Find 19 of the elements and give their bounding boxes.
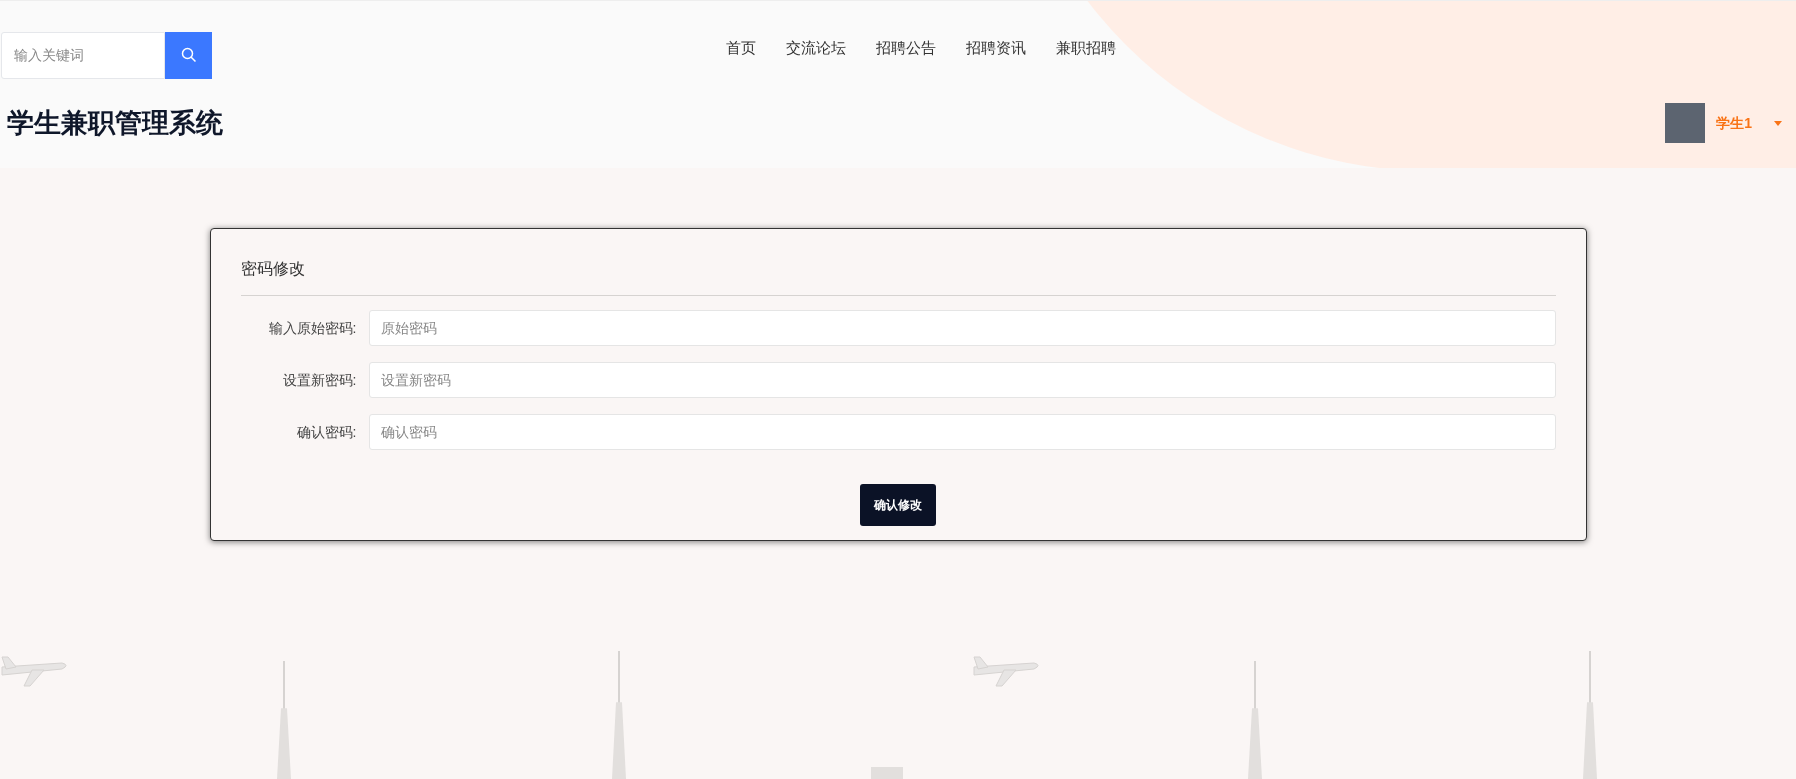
input-field[interactable]: 原始密码 (368, 310, 1556, 346)
avatar[interactable] (1665, 103, 1706, 144)
nav-link[interactable]: 招聘公告 (876, 36, 936, 60)
search-field[interactable]: 输入关键词 (1, 31, 165, 79)
caret-icon[interactable] (1774, 120, 1782, 126)
card-title: 密码修改 (240, 259, 306, 279)
submit-button[interactable]: 确认修改 (860, 484, 936, 526)
field-label: 确认密码: (295, 422, 358, 442)
nav-link[interactable]: 首页 (726, 36, 756, 60)
nav-link[interactable]: 招聘资讯 (966, 36, 1026, 60)
input-field[interactable]: 设置新密码 (368, 362, 1556, 398)
search-icon (180, 47, 197, 63)
search-button[interactable] (165, 31, 212, 79)
input-field[interactable]: 确认密码 (368, 414, 1556, 450)
nav-link[interactable]: 交流论坛 (786, 36, 846, 60)
site-title: 学生兼职管理系统 (7, 107, 223, 140)
field-label: 设置新密码: (281, 370, 358, 390)
field-label: 输入原始密码: (267, 318, 358, 338)
nav-link[interactable]: 兼职招聘 (1056, 36, 1116, 60)
